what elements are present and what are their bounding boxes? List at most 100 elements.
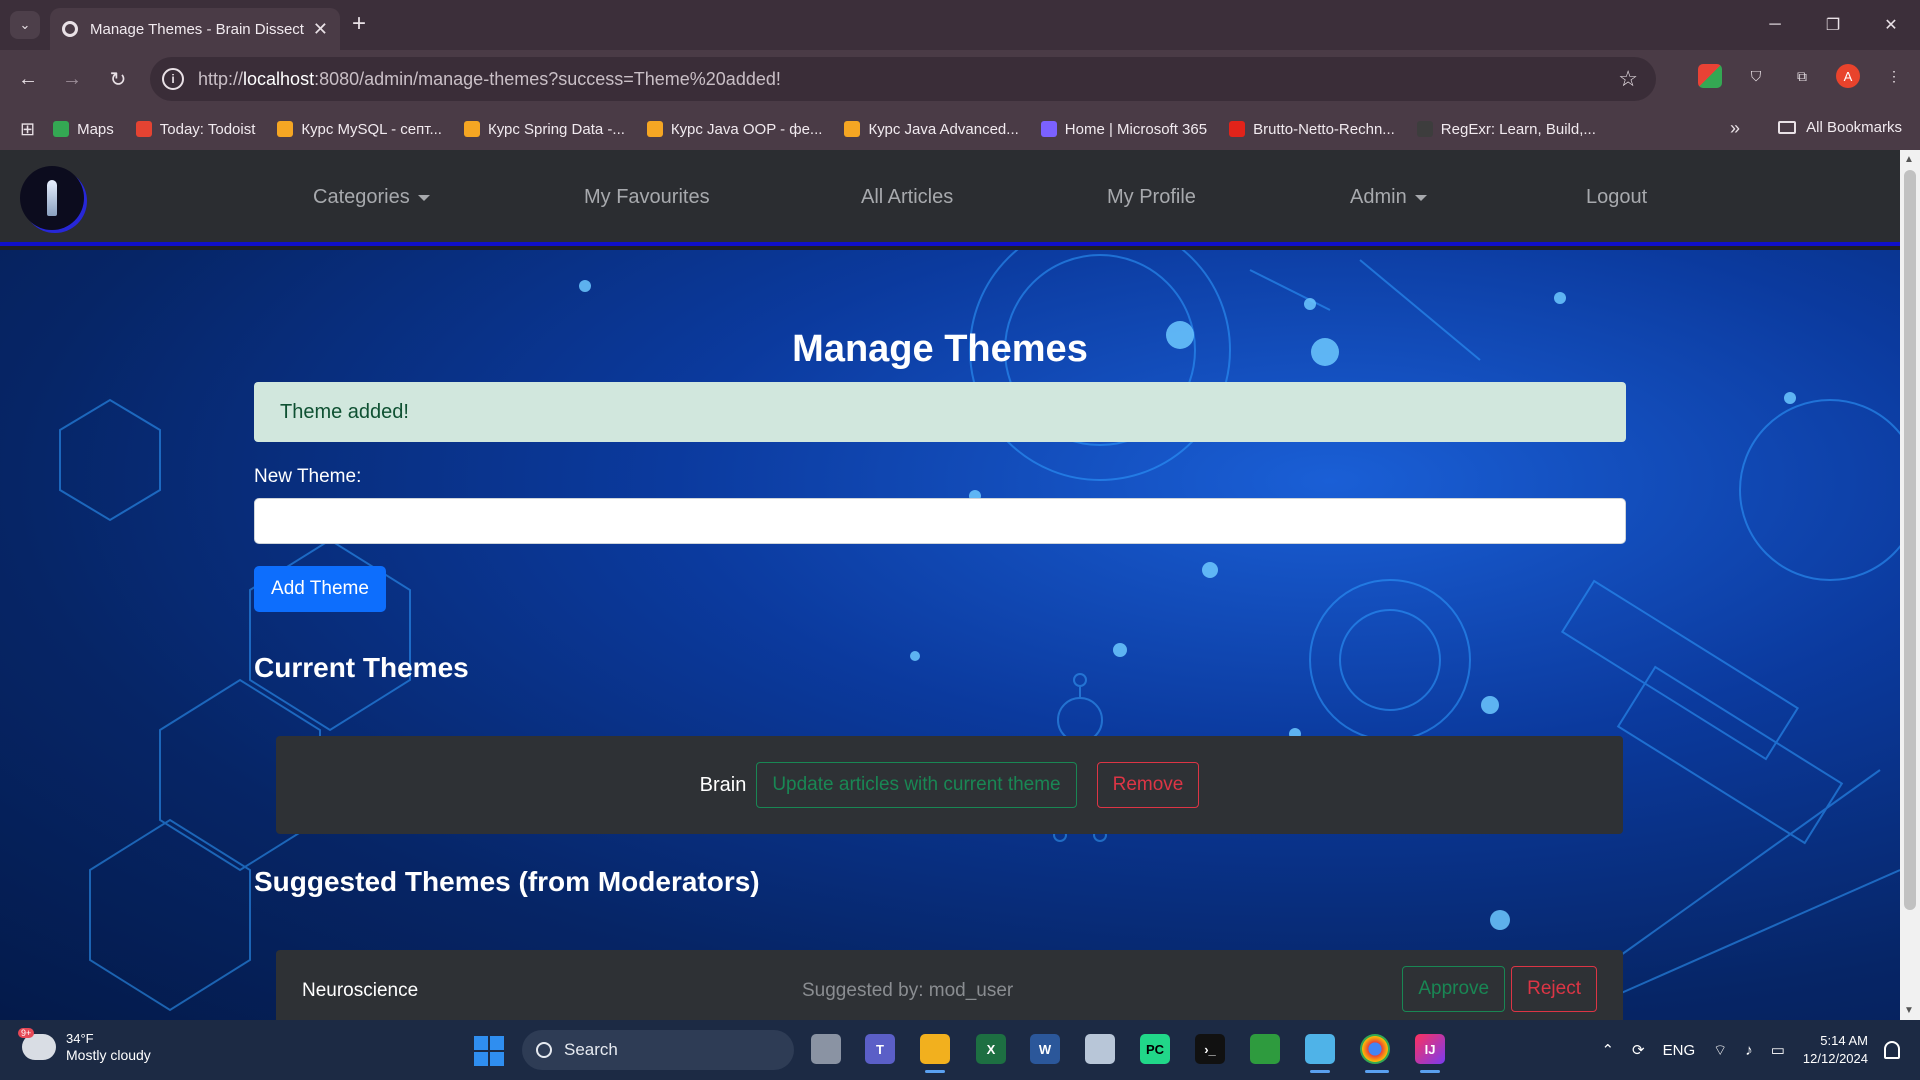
approve-button[interactable]: Approve (1402, 966, 1506, 1012)
bookmark-favicon-icon (646, 121, 663, 137)
forward-icon[interactable]: → (58, 65, 86, 93)
bookmark-item[interactable]: Курс Java Advanced... (844, 120, 1019, 138)
nav-logout[interactable]: Logout (1586, 186, 1647, 209)
nav-my-favourites[interactable]: My Favourites (584, 186, 710, 209)
weather-description: Mostly cloudy (66, 1047, 151, 1063)
address-bar[interactable]: i http://localhost:8080/admin/manage-the… (150, 57, 1656, 101)
site-navbar: Categories My Favourites All Articles My… (0, 150, 1900, 246)
bookmark-item[interactable]: RegExr: Learn, Build,... (1416, 120, 1596, 138)
browser-toolbar: ← → ↻ i http://localhost:8080/admin/mana… (0, 50, 1920, 108)
weather-temperature: 34°F (66, 1031, 94, 1046)
apps-grid-icon[interactable]: ⊞ (20, 119, 35, 140)
excel-icon[interactable]: X (976, 1034, 1006, 1064)
page-scrollbar[interactable]: ▲ ▼ (1900, 150, 1920, 1020)
scroll-thumb[interactable] (1904, 170, 1916, 910)
active-app-indicator (1365, 1070, 1389, 1073)
extension-icon[interactable] (1698, 64, 1722, 88)
reload-icon[interactable]: ↻ (104, 65, 132, 93)
photos-icon[interactable] (1085, 1034, 1115, 1064)
bookmark-item[interactable]: Today: Todoist (135, 121, 255, 138)
bookmark-favicon-icon (53, 121, 70, 137)
site-info-icon[interactable]: i (162, 68, 184, 90)
favicon-icon (62, 21, 78, 37)
url-host: localhost (243, 68, 315, 89)
wifi-icon[interactable]: ⌔ (1713, 1041, 1727, 1060)
reject-button[interactable]: Reject (1511, 966, 1597, 1012)
shield-icon[interactable]: ⛉ (1744, 64, 1768, 88)
add-theme-button[interactable]: Add Theme (254, 566, 386, 612)
minimize-icon[interactable]: ─ (1746, 0, 1804, 50)
chrome-icon[interactable] (1360, 1034, 1390, 1064)
weather-widget[interactable]: 9+ 34°F Mostly cloudy (18, 1028, 151, 1064)
word-icon[interactable]: W (1030, 1034, 1060, 1064)
bookmark-item[interactable]: Maps (53, 121, 114, 138)
teams-icon[interactable]: T (865, 1034, 895, 1064)
language-indicator[interactable]: ENG (1663, 1042, 1696, 1059)
bookmark-label: RegExr: Learn, Build,... (1440, 120, 1596, 138)
remove-theme-button[interactable]: Remove (1096, 762, 1200, 808)
running-indicator (1420, 1070, 1440, 1073)
bookmark-star-icon[interactable]: ☆ (1618, 66, 1638, 92)
close-window-icon[interactable]: ✕ (1862, 0, 1920, 50)
bookmark-item[interactable]: Brutto-Netto-Rechn... (1229, 121, 1395, 138)
nav-all-articles[interactable]: All Articles (861, 186, 953, 209)
system-tray: ⌃ ⟳ ENG ⌔ ♪ ▭ 5:14 AM 12/12/2024 (1601, 1020, 1920, 1080)
more-bookmarks-icon[interactable]: » (1730, 118, 1740, 139)
windows-taskbar: 9+ 34°F Mostly cloudy Search T X W PC ›_… (0, 1020, 1920, 1080)
suggested-actions: Approve Reject (1402, 966, 1597, 1012)
menu-dots-icon[interactable]: ⋮ (1882, 64, 1906, 88)
url-text[interactable]: http://localhost:8080/admin/manage-theme… (198, 69, 1618, 90)
active-tab[interactable]: Manage Themes - Brain Dissect ✕ (50, 8, 340, 50)
bookmark-item[interactable]: Home | Microsoft 365 (1040, 121, 1207, 138)
bookmark-label: Brutto-Netto-Rechn... (1253, 120, 1395, 138)
bookmark-favicon-icon (1416, 121, 1433, 137)
taskbar-search[interactable]: Search (522, 1030, 794, 1070)
puzzle-icon[interactable]: ⧉ (1790, 64, 1814, 88)
theme-name: Brain (699, 773, 747, 796)
nav-categories-label: Categories (313, 186, 410, 208)
suggested-by-text: Suggested by: mod_user (802, 980, 1014, 1001)
terminal-icon[interactable]: ›_ (1195, 1034, 1225, 1064)
weather-badge: 9+ (18, 1028, 35, 1038)
bookmark-item[interactable]: Курс Spring Data -... (463, 121, 625, 138)
battery-icon[interactable]: ▭ (1771, 1041, 1785, 1059)
tab-search-button[interactable]: ⌄ (10, 11, 40, 39)
update-articles-button[interactable]: Update articles with current theme (756, 762, 1077, 808)
bookmark-label: Maps (77, 120, 114, 138)
suggested-themes-heading: Suggested Themes (from Moderators) (254, 866, 760, 897)
notepad-icon[interactable] (1305, 1034, 1335, 1064)
bookmark-label: Курс Java Advanced... (868, 120, 1019, 138)
scroll-down-icon[interactable]: ▼ (1904, 1005, 1914, 1016)
site-logo[interactable] (20, 166, 84, 230)
lock-app-icon[interactable] (1250, 1034, 1280, 1064)
all-bookmarks-button[interactable]: All Bookmarks (1778, 119, 1902, 136)
task-view-icon[interactable] (811, 1034, 841, 1064)
new-tab-button[interactable]: + (352, 11, 366, 37)
system-clock[interactable]: 5:14 AM 12/12/2024 (1803, 1032, 1868, 1068)
bookmark-item[interactable]: Курс Java OOP - фе... (646, 121, 822, 138)
intellij-icon[interactable]: IJ (1415, 1034, 1445, 1064)
search-icon (536, 1042, 552, 1058)
close-tab-icon[interactable]: ✕ (313, 19, 328, 40)
file-explorer-icon[interactable] (920, 1034, 950, 1064)
restore-icon[interactable]: ❐ (1804, 0, 1862, 50)
sync-icon[interactable]: ⟳ (1632, 1041, 1645, 1059)
new-theme-input[interactable] (254, 498, 1626, 544)
volume-icon[interactable]: ♪ (1745, 1042, 1753, 1059)
bookmark-item[interactable]: Курс MySQL - септ... (277, 121, 442, 138)
tab-title: Manage Themes - Brain Dissect (90, 20, 304, 38)
notification-bell-icon[interactable] (1884, 1041, 1900, 1059)
search-label: Search (564, 1040, 618, 1059)
bookmark-favicon-icon (844, 121, 861, 137)
folder-icon (1778, 121, 1797, 134)
current-themes-heading: Current Themes (254, 652, 469, 683)
windows-start-icon[interactable] (474, 1036, 504, 1066)
scroll-up-icon[interactable]: ▲ (1904, 154, 1914, 165)
nav-admin[interactable]: Admin (1350, 186, 1427, 209)
pycharm-icon[interactable]: PC (1140, 1034, 1170, 1064)
nav-my-profile[interactable]: My Profile (1107, 186, 1196, 209)
profile-avatar[interactable]: A (1836, 64, 1860, 88)
nav-categories[interactable]: Categories (313, 186, 430, 209)
back-icon[interactable]: ← (14, 65, 42, 93)
chevron-up-icon[interactable]: ⌃ (1601, 1041, 1614, 1059)
